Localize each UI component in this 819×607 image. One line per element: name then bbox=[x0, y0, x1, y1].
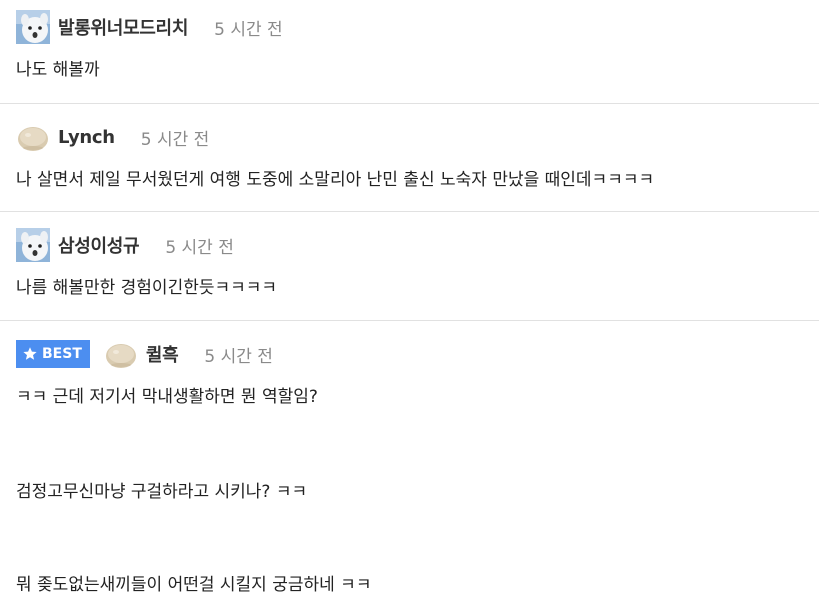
round-blob-avatar[interactable] bbox=[16, 120, 50, 154]
comment-nickname[interactable]: Lynch bbox=[58, 127, 115, 148]
comment-body: 나도 해볼까 bbox=[16, 60, 100, 80]
comment-nickname[interactable]: 발롱위너모드리치 bbox=[58, 14, 188, 40]
comment-item-best: BEST 퀼흑 5 시간 전 ㅋㅋ 근데 저기서 막내생활하면 뭔 역할임? 검… bbox=[0, 321, 819, 607]
comment-body-line: 뭐 좆도없는새끼들이 어떤걸 시킬지 궁금하네 ㅋㅋ bbox=[16, 575, 372, 595]
comment-timestamp: 5 시간 전 bbox=[165, 237, 234, 258]
comment-body-line: ㅋㅋ 근데 저기서 막내생활하면 뭔 역할임? bbox=[16, 387, 318, 407]
star-icon bbox=[22, 346, 38, 362]
best-badge: BEST bbox=[16, 340, 90, 368]
comment-header: Lynch 5 시간 전 bbox=[16, 118, 209, 156]
comment-timestamp: 5 시간 전 bbox=[214, 19, 283, 40]
comment-header: 발롱위너모드리치 5 시간 전 bbox=[16, 8, 283, 46]
comment-timestamp: 5 시간 전 bbox=[140, 129, 210, 150]
comment-body: 나름 해볼만한 경험이긴한듯ㅋㅋㅋㅋ bbox=[16, 278, 278, 298]
snow-fox-avatar[interactable] bbox=[16, 228, 50, 262]
comment-body-line: 검정고무신마냥 구걸하라고 시키나? ㅋㅋ bbox=[16, 482, 308, 502]
comment-item: 발롱위너모드리치 5 시간 전 나도 해볼까 bbox=[0, 0, 819, 104]
comment-header: BEST 퀼흑 5 시간 전 bbox=[16, 335, 273, 373]
best-badge-label: BEST bbox=[42, 346, 82, 362]
comment-nickname[interactable]: 퀼흑 bbox=[146, 341, 179, 367]
comment-item: Lynch 5 시간 전 나 살면서 제일 무서웠던게 여행 도중에 소말리아 … bbox=[0, 104, 819, 212]
comment-header: 삼성이성규 5 시간 전 bbox=[16, 226, 234, 264]
snow-fox-avatar[interactable] bbox=[16, 10, 50, 44]
round-blob-avatar[interactable] bbox=[104, 337, 138, 371]
comment-nickname[interactable]: 삼성이성규 bbox=[58, 232, 140, 258]
comment-timestamp: 5 시간 전 bbox=[204, 346, 273, 367]
comment-item: 삼성이성규 5 시간 전 나름 해볼만한 경험이긴한듯ㅋㅋㅋㅋ bbox=[0, 212, 819, 320]
comment-body: 나 살면서 제일 무서웠던게 여행 도중에 소말리아 난민 출신 노숙자 만났을… bbox=[16, 170, 655, 190]
